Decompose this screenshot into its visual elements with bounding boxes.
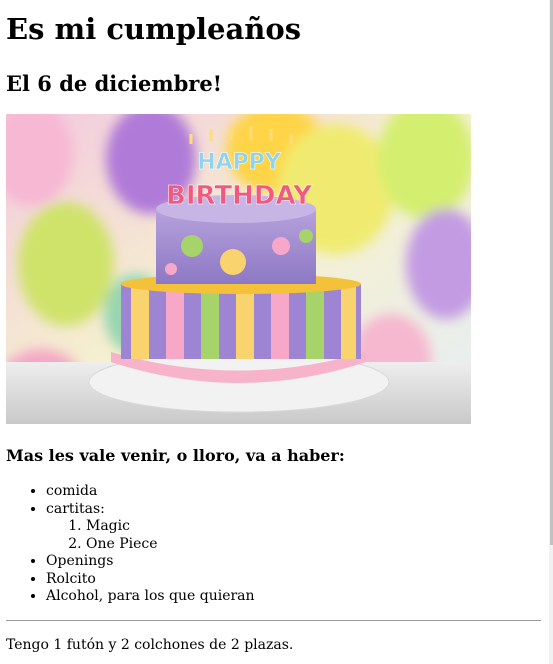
footer-note: Tengo 1 futón y 2 colchones de 2 plazas. [6, 636, 294, 653]
page-subtitle: El 6 de diciembre! [6, 71, 222, 96]
list-item-label: cartitas: [46, 500, 105, 517]
party-items-list: comida cartitas: Magic One Piece Opening… [6, 483, 541, 606]
sub-list-item-label: Magic [86, 518, 130, 534]
separator [6, 619, 541, 621]
card-games-list: Magic One Piece [46, 518, 541, 553]
list-item: comida [46, 483, 541, 501]
svg-text:BIRTHDAY: BIRTHDAY [166, 181, 313, 211]
svg-text:HAPPY: HAPPY [197, 150, 282, 175]
list-item-label: comida [46, 483, 98, 499]
list-item-label: Openings [46, 553, 114, 569]
list-item: Alcohol, para los que quieran [46, 588, 541, 606]
sub-list-item: One Piece [86, 536, 541, 554]
vertical-scrollbar[interactable] [549, 0, 553, 664]
sub-list-item: Magic [86, 518, 541, 536]
page-content: Es mi cumpleaños El 6 de diciembre! HAPP… [6, 0, 541, 654]
sub-list-item-label: One Piece [86, 535, 158, 552]
list-item: Openings [46, 553, 541, 571]
list-item: Rolcito [46, 571, 541, 589]
birthday-cake-image: HAPPY BIRTHDAY [6, 114, 471, 424]
page-title: Es mi cumpleaños [6, 12, 302, 46]
list-item-label: Alcohol, para los que quieran [46, 588, 255, 604]
list-item-label: Rolcito [46, 570, 96, 587]
invite-heading: Mas les vale venir, o lloro, va a haber: [6, 446, 345, 465]
list-item: cartitas: Magic One Piece [46, 501, 541, 554]
